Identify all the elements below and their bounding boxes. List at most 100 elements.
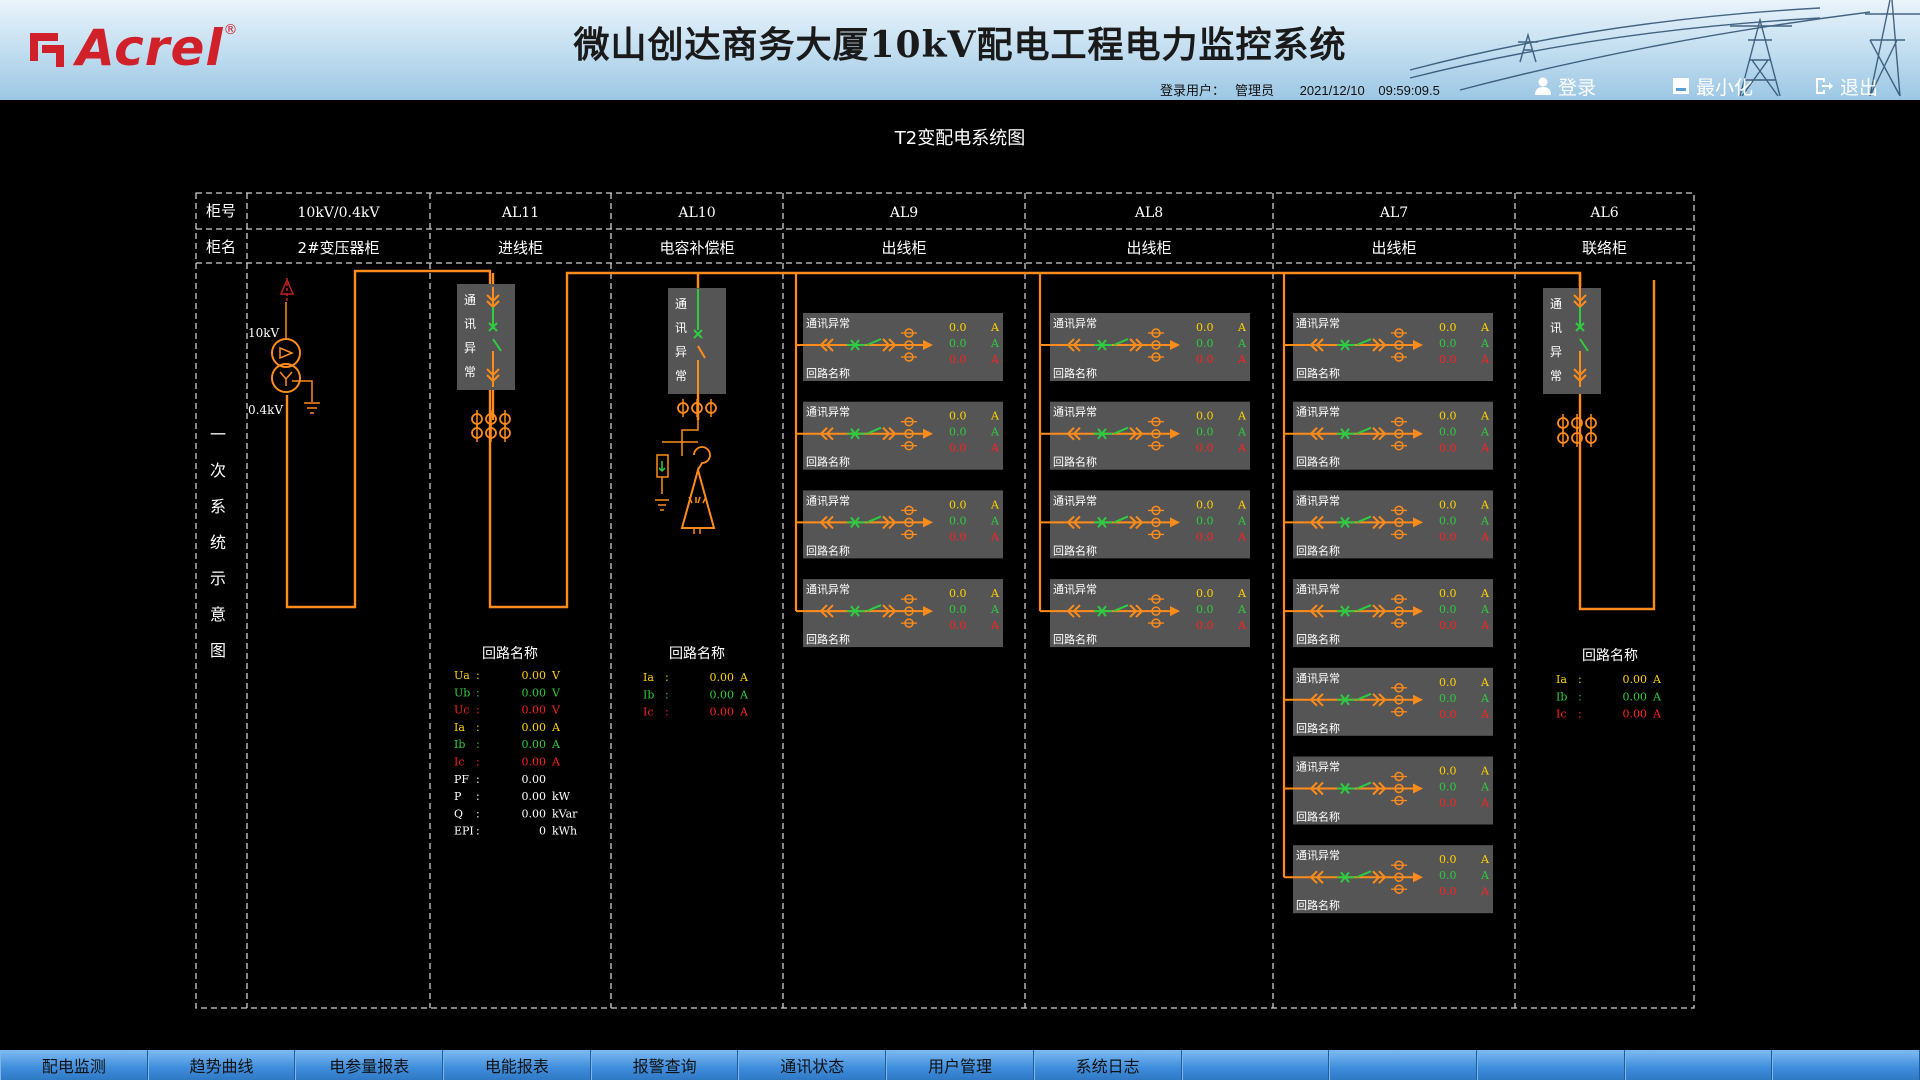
current-unit: A — [1480, 676, 1490, 689]
comm-status-text: 通讯异常 — [1296, 317, 1340, 330]
reading-colon: : — [476, 721, 480, 734]
nav-tab[interactable]: 电参量报表 — [295, 1050, 444, 1080]
wye-icon — [279, 371, 293, 386]
comm-status-char: 讯 — [464, 317, 476, 331]
current-value: 0.0 — [949, 442, 967, 455]
current-unit: A — [1480, 765, 1490, 778]
reading-colon: : — [476, 756, 480, 769]
comm-status-text: 通讯异常 — [1053, 583, 1097, 596]
comm-status-text: 通讯异常 — [806, 406, 850, 419]
reading-value: 0.00 — [1623, 690, 1648, 703]
circuit-name: 回路名称 — [1296, 898, 1340, 912]
current-value: 0.0 — [1439, 410, 1457, 423]
comm-status-char: 异 — [675, 345, 687, 359]
reading-unit: A — [551, 756, 561, 769]
current-value: 0.0 — [949, 426, 967, 439]
al11-readings: 回路名称 Ua: 0.00 V Ub: 0.00 V Uc: 0.00 V Ia: 0.00 A Ib: 0… — [454, 646, 578, 838]
reading-colon: : — [1578, 690, 1582, 703]
nav-tab[interactable]: 趋势曲线 — [147, 1050, 296, 1080]
al7-feeder: 通讯异常回路名称 0.0 A 0.0 A 0.0 A — [1284, 579, 1493, 648]
current-unit: A — [990, 353, 1000, 366]
current-unit: A — [1237, 337, 1247, 350]
current-unit: A — [990, 587, 1000, 600]
reading-label: Ia — [454, 721, 465, 734]
reading-value: 0.00 — [522, 704, 547, 717]
cabinet-name: 进线柜 — [498, 239, 543, 257]
al8-feeder: 通讯异常回路名称 0.0 A 0.0 A 0.0 A — [1040, 490, 1250, 559]
current-value: 0.0 — [1439, 353, 1457, 366]
comm-status-text: 通讯异常 — [1053, 406, 1097, 419]
comm-status-text: 通讯异常 — [806, 583, 850, 596]
cabinet-name: 2#变压器柜 — [297, 239, 379, 257]
reading-label: Uc — [454, 704, 469, 717]
cabinet-number: AL6 — [1589, 205, 1618, 221]
reading-unit: A — [739, 671, 749, 684]
side-label-char: 次 — [210, 461, 226, 480]
current-unit: A — [990, 514, 1000, 527]
nav-tab[interactable]: 用户管理 — [886, 1050, 1034, 1080]
feeders: 通讯异常回路名称0.0 A0.0 A0.0 A通讯异常回路名称0.0 A0.0 A0.0 A… — [794, 273, 1493, 914]
side-label-char: 一 — [210, 425, 226, 444]
current-value: 0.0 — [949, 353, 967, 366]
al9-feeder: 通讯异常回路名称 0.0 A 0.0 A 0.0 A — [796, 313, 1003, 381]
reading-label: PF — [454, 773, 469, 786]
current-value: 0.0 — [1439, 587, 1457, 600]
current-value: 0.0 — [1196, 337, 1214, 350]
cabinet-name: 出线柜 — [1371, 239, 1416, 257]
current-value: 0.0 — [1439, 426, 1457, 439]
nav-tab-empty[interactable] — [1181, 1050, 1330, 1080]
current-unit: A — [990, 603, 1000, 616]
reading-label: Ua — [454, 669, 470, 682]
reading-colon: : — [476, 738, 480, 751]
current-value: 0.0 — [1439, 442, 1457, 455]
reading-label: P — [454, 790, 462, 803]
reading-value: 0.00 — [522, 669, 547, 682]
nav-tab-empty[interactable] — [1329, 1050, 1477, 1080]
current-value: 0.0 — [1196, 530, 1214, 543]
al7-feeder: 通讯异常回路名称 0.0 A 0.0 A 0.0 A — [1284, 401, 1493, 470]
nav-tab-empty[interactable] — [1772, 1050, 1920, 1080]
circuit-name: 回路名称 — [1053, 455, 1097, 469]
cabinet-number: AL7 — [1379, 205, 1408, 221]
reading-colon: : — [476, 669, 480, 682]
side-label-char: 意 — [210, 605, 226, 624]
readings-title: 回路名称 — [482, 646, 538, 662]
cabinet-name: 电容补偿柜 — [659, 239, 734, 257]
current-value: 0.0 — [1439, 676, 1457, 689]
comm-status-text: 通讯异常 — [1296, 761, 1340, 774]
reading-label: Ia — [643, 671, 654, 684]
fuse-arrow-icon — [658, 461, 666, 473]
nav-tab[interactable]: 配电监测 — [0, 1050, 148, 1080]
capacitor-plates — [688, 496, 707, 504]
reading-unit: V — [551, 686, 561, 699]
reading-value: 0.00 — [1623, 673, 1648, 686]
current-unit: A — [990, 410, 1000, 423]
nav-tab[interactable]: 系统日志 — [1033, 1050, 1182, 1080]
comm-status-text: 通讯异常 — [1296, 494, 1340, 507]
circuit-name: 回路名称 — [1296, 543, 1340, 557]
comm-status-char: 异 — [464, 341, 476, 355]
comm-status-text: 通讯异常 — [806, 494, 850, 507]
nav-tab[interactable]: 通讯状态 — [738, 1050, 887, 1080]
current-unit: A — [1237, 426, 1247, 439]
current-value: 0.0 — [1196, 619, 1214, 632]
nav-tab-empty[interactable] — [1624, 1050, 1773, 1080]
current-value: 0.0 — [1196, 410, 1214, 423]
reading-unit: A — [1652, 690, 1662, 703]
reading-value: 0.00 — [710, 706, 735, 719]
nav-tab-empty[interactable] — [1476, 1050, 1625, 1080]
current-unit: A — [990, 442, 1000, 455]
current-value: 0.0 — [949, 514, 967, 527]
capacitor-bank-icon — [655, 413, 716, 534]
nav-tab[interactable]: 电能报表 — [443, 1050, 591, 1080]
circuit-name: 回路名称 — [806, 543, 850, 557]
hv-voltage-label: 10kV — [248, 326, 280, 340]
current-unit: A — [1480, 587, 1490, 600]
reading-label: Q — [454, 807, 463, 820]
current-unit: A — [1480, 442, 1490, 455]
comm-status-char: 常 — [675, 369, 687, 383]
reading-unit: V — [551, 704, 561, 717]
comm-status-char: 通 — [1550, 297, 1562, 311]
nav-tab[interactable]: 报警查询 — [590, 1050, 739, 1080]
reading-value: 0.00 — [522, 721, 547, 734]
